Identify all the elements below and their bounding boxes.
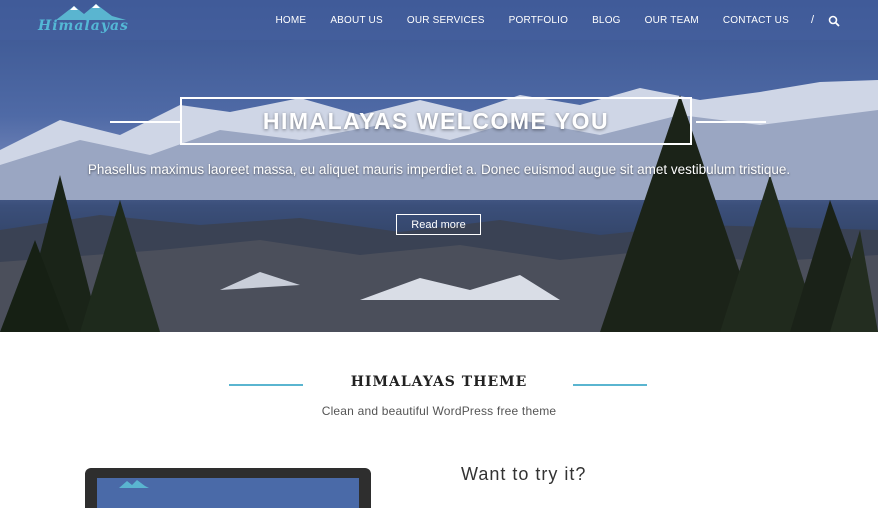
nav-home[interactable]: HOME xyxy=(276,15,307,26)
nav-our-team[interactable]: OUR TEAM xyxy=(645,15,699,26)
section-title: HIMALAYAS THEME xyxy=(350,374,528,390)
hero-title-frame: HIMALAYAS WELCOME YOU xyxy=(180,97,692,145)
section-subtitle: Clean and beautiful WordPress free theme xyxy=(321,404,557,418)
mountain-logo-icon xyxy=(119,480,149,488)
nav-about-us[interactable]: ABOUT US xyxy=(330,15,383,26)
laptop-screen xyxy=(97,478,359,508)
main-menu: HOME ABOUT US OUR SERVICES PORTFOLIO BLO… xyxy=(252,0,841,40)
nav-contact-us[interactable]: CONTACT US xyxy=(723,15,789,26)
title-decor-line-right xyxy=(696,121,766,123)
hero-banner: Himalayas HOME ABOUT US OUR SERVICES POR… xyxy=(0,0,878,332)
hero-description: Phasellus maximus laoreet massa, eu aliq… xyxy=(87,162,791,177)
try-it-heading: Want to try it? xyxy=(461,464,587,484)
logo-text: Himalayas xyxy=(38,18,129,34)
nav-blog[interactable]: BLOG xyxy=(592,15,621,26)
title-decor-line-left xyxy=(110,121,180,123)
read-more-button[interactable]: Read more xyxy=(396,214,481,235)
laptop-preview-image xyxy=(85,468,371,508)
search-icon[interactable] xyxy=(828,15,840,27)
nav-our-services[interactable]: OUR SERVICES xyxy=(407,15,485,26)
menu-separator: / xyxy=(810,14,814,26)
site-logo[interactable]: Himalayas xyxy=(38,4,128,36)
hero-title: HIMALAYAS WELCOME YOU xyxy=(262,107,610,134)
nav-portfolio[interactable]: PORTFOLIO xyxy=(509,15,568,26)
top-navigation-bar: Himalayas HOME ABOUT US OUR SERVICES POR… xyxy=(0,0,878,40)
